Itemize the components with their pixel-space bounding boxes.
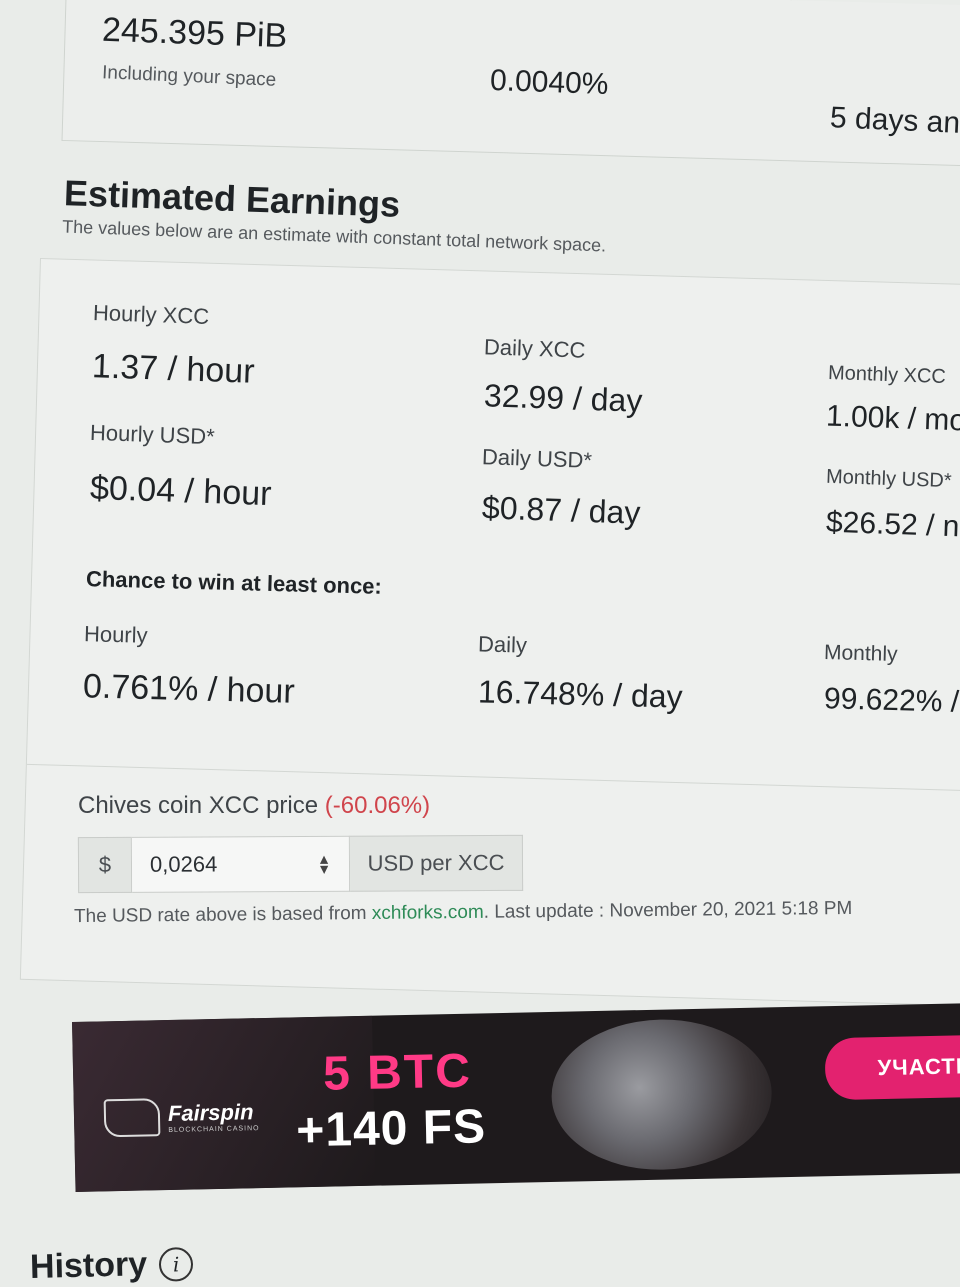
daily-xcc-label: Daily XCC [483,334,586,363]
banner-cta-button[interactable]: УЧАСТВ [824,1034,960,1101]
monthly-usd-value: $26.52 / n [825,505,960,544]
time-to-win: 5 days an [829,101,960,140]
monthly-usd-label: Monthly USD* [825,465,952,493]
netspace-total: 245.395 PiB [101,10,288,56]
crypto-coins-image [550,1017,774,1172]
price-input-value: 0,0264 [149,851,218,877]
currency-prefix: $ [77,836,133,894]
info-icon[interactable]: i [158,1246,194,1282]
chance-daily-label: Daily [477,631,528,658]
ad-banner[interactable]: Fairspin BLOCKCHAIN CASINO 5 BTC +140 FS… [72,1002,960,1192]
brand-name: Fairspin [167,1098,254,1126]
price-change: (-60.06%) [324,792,431,819]
your-share: 0.0040% [489,63,609,102]
history-title: History [29,1245,148,1286]
daily-usd-label: Daily USD* [481,444,593,473]
daily-usd-value: $0.87 / day [481,489,641,531]
price-input-group: $ 0,0264 ▲ ▼ USD per XCC [77,834,524,894]
monthly-xcc-value: 1.00k / mo [825,399,960,438]
hourly-usd-label: Hourly USD* [89,419,216,450]
monthly-xcc-label: Monthly XCC [827,361,947,389]
lion-logo-icon [103,1098,161,1138]
chance-monthly-label: Monthly [823,641,898,666]
banner-headline: 5 BTC [322,1044,473,1101]
price-label: Chives coin XCC price [78,792,319,819]
hourly-xcc-label: Hourly XCC [92,299,210,330]
card-divider [26,763,960,792]
chance-monthly-value: 99.622% / [823,682,960,719]
chance-hourly-value: 0.761% / hour [82,667,296,711]
banner-subline: +140 FS [295,1100,487,1158]
chance-daily-value: 16.748% / day [477,673,684,715]
daily-xcc-value: 32.99 / day [483,377,643,419]
xchforks-link[interactable]: xchforks.com [372,902,484,924]
brand-subtitle: BLOCKCHAIN CASINO [168,1124,260,1134]
fairspin-logo: Fairspin BLOCKCHAIN CASINO [103,1096,260,1138]
price-label-row: Chives coin XCC price (-60.06%) [78,792,430,820]
hourly-xcc-value: 1.37 / hour [91,347,256,391]
history-heading: History i [30,1244,194,1287]
currency-suffix: USD per XCC [349,834,524,892]
price-input[interactable]: 0,0264 ▲ ▼ [131,835,351,893]
number-stepper-icon[interactable]: ▲ ▼ [317,851,331,877]
chance-hourly-label: Hourly [83,621,148,648]
hourly-usd-value: $0.04 / hour [89,468,273,514]
